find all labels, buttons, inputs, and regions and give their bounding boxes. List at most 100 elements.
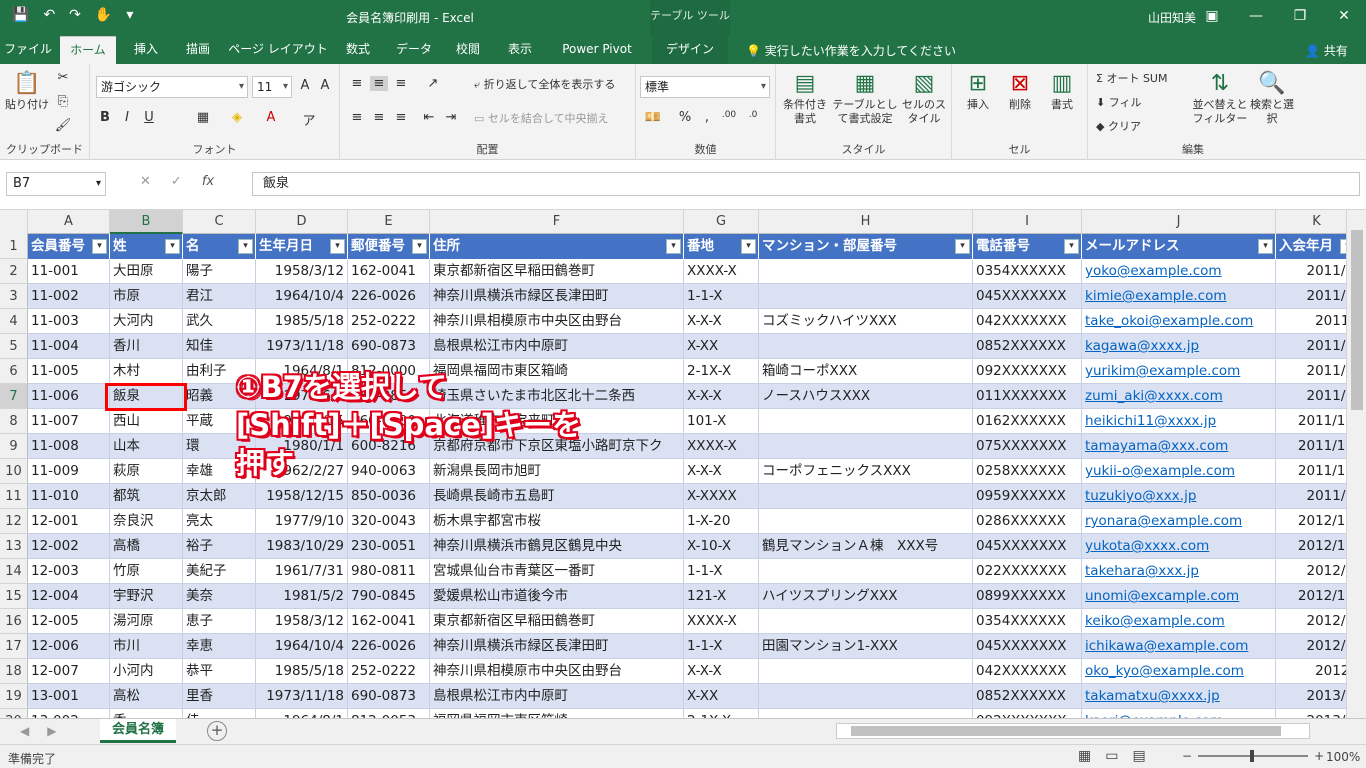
- cell-F12[interactable]: 栃木県宇都宮市桜: [430, 509, 684, 534]
- row-header[interactable]: 9: [0, 434, 28, 459]
- cell-H4[interactable]: コズミックハイツXXX: [759, 309, 973, 334]
- cell-D5[interactable]: 1973/11/18: [256, 334, 348, 359]
- cell-B17[interactable]: 市川: [110, 634, 183, 659]
- row-header[interactable]: 16: [0, 609, 28, 634]
- row-header[interactable]: 3: [0, 284, 28, 309]
- cell-I10[interactable]: 0258XXXXXX: [973, 459, 1082, 484]
- cell-I16[interactable]: 0354XXXXXX: [973, 609, 1082, 634]
- cell-B18[interactable]: 小河内: [110, 659, 183, 684]
- cell-G12[interactable]: 1-X-20: [684, 509, 759, 534]
- fill-button[interactable]: ⬇ フィル: [1096, 96, 1196, 110]
- cell-F18[interactable]: 神奈川県相模原市中央区由野台: [430, 659, 684, 684]
- share-button[interactable]: 👤 共有: [1305, 42, 1348, 59]
- borders-icon[interactable]: ▦: [194, 110, 212, 125]
- cell-C18[interactable]: 恭平: [183, 659, 256, 684]
- cell-F4[interactable]: 神奈川県相模原市中央区由野台: [430, 309, 684, 334]
- row-header[interactable]: 20: [0, 709, 28, 718]
- cell-A9[interactable]: 11-008: [28, 434, 110, 459]
- page-break-view-icon[interactable]: ▤: [1132, 748, 1145, 764]
- cell-A14[interactable]: 12-003: [28, 559, 110, 584]
- cell-G9[interactable]: XXXX-X: [684, 434, 759, 459]
- clear-button[interactable]: ◆ クリア: [1096, 120, 1196, 134]
- bold-button[interactable]: B: [96, 110, 114, 125]
- wrap-text-button[interactable]: ⤶ 折り返して全体を表示する: [474, 78, 634, 92]
- cell-C20[interactable]: 佳: [183, 709, 256, 718]
- cell-I8[interactable]: 0162XXXXXX: [973, 409, 1082, 434]
- cell-A5[interactable]: 11-004: [28, 334, 110, 359]
- cell-F15[interactable]: 愛媛県松山市道後今市: [430, 584, 684, 609]
- cell-B12[interactable]: 奈良沢: [110, 509, 183, 534]
- row-header[interactable]: 15: [0, 584, 28, 609]
- prev-sheet-icon[interactable]: ◀: [20, 724, 29, 738]
- cell-K19[interactable]: 2013/9: [1276, 684, 1346, 709]
- cell-G19[interactable]: X-XX: [684, 684, 759, 709]
- close-icon[interactable]: ✕: [1322, 0, 1366, 32]
- increase-indent-icon[interactable]: ⇥: [442, 110, 460, 125]
- cell-K7[interactable]: 2011/1: [1276, 384, 1346, 409]
- cell-H19[interactable]: [759, 684, 973, 709]
- column-header-H[interactable]: H: [759, 210, 973, 234]
- cell-K8[interactable]: 2011/10: [1276, 409, 1346, 434]
- cell-D17[interactable]: 1964/10/4: [256, 634, 348, 659]
- cell-H16[interactable]: [759, 609, 973, 634]
- zoom-slider[interactable]: [1198, 750, 1309, 762]
- cell-G8[interactable]: 101-X: [684, 409, 759, 434]
- cell-G2[interactable]: XXXX-X: [684, 259, 759, 284]
- cell-I4[interactable]: 042XXXXXXX: [973, 309, 1082, 334]
- cell-K6[interactable]: 2011/9: [1276, 359, 1346, 384]
- cell-H5[interactable]: [759, 334, 973, 359]
- cell-B3[interactable]: 市原: [110, 284, 183, 309]
- cell-F3[interactable]: 神奈川県横浜市緑区長津田町: [430, 284, 684, 309]
- insert-function-icon[interactable]: fx: [202, 174, 214, 189]
- name-box[interactable]: B7: [6, 172, 106, 196]
- cell-G16[interactable]: XXXX-X: [684, 609, 759, 634]
- align-right-icon[interactable]: ≡: [392, 110, 410, 125]
- phonetic-icon[interactable]: ア: [300, 110, 318, 129]
- cell-F5[interactable]: 島根県松江市内中原町: [430, 334, 684, 359]
- cell-D3[interactable]: 1964/10/4: [256, 284, 348, 309]
- cell-E15[interactable]: 790-0845: [348, 584, 430, 609]
- cell-H7[interactable]: ノースハウスXXX: [759, 384, 973, 409]
- row-header[interactable]: 10: [0, 459, 28, 484]
- cell-I14[interactable]: 022XXXXXXX: [973, 559, 1082, 584]
- cell-A4[interactable]: 11-003: [28, 309, 110, 334]
- cell-C19[interactable]: 里香: [183, 684, 256, 709]
- sort-filter-button[interactable]: ⇅ 並べ替えとフィルター: [1192, 70, 1248, 126]
- cell-J2[interactable]: yoko@example.com: [1082, 259, 1276, 284]
- filter-dropdown-icon[interactable]: ▾: [955, 239, 970, 254]
- cell-A6[interactable]: 11-005: [28, 359, 110, 384]
- cell-B4[interactable]: 大河内: [110, 309, 183, 334]
- cell-J6[interactable]: yurikim@example.com: [1082, 359, 1276, 384]
- cell-B10[interactable]: 萩原: [110, 459, 183, 484]
- zoom-level[interactable]: 100%: [1326, 750, 1360, 764]
- column-header-J[interactable]: J: [1082, 210, 1276, 234]
- cell-E4[interactable]: 252-0222: [348, 309, 430, 334]
- find-select-button[interactable]: 🔍 検索と選択: [1250, 70, 1294, 126]
- cell-B20[interactable]: 香: [110, 709, 183, 718]
- cell-K18[interactable]: 2012/: [1276, 659, 1346, 684]
- cell-A13[interactable]: 12-002: [28, 534, 110, 559]
- cell-I7[interactable]: 011XXXXXXX: [973, 384, 1082, 409]
- cell-A11[interactable]: 11-010: [28, 484, 110, 509]
- filter-dropdown-icon[interactable]: ▾: [165, 239, 180, 254]
- row-header[interactable]: 19: [0, 684, 28, 709]
- cell-B19[interactable]: 高松: [110, 684, 183, 709]
- restore-icon[interactable]: ❐: [1278, 0, 1322, 32]
- cell-E2[interactable]: 162-0041: [348, 259, 430, 284]
- horizontal-scrollbar[interactable]: [836, 723, 1310, 739]
- cell-H13[interactable]: 鶴見マンションＡ棟 XXX号: [759, 534, 973, 559]
- font-size-select[interactable]: 11: [252, 76, 292, 98]
- cell-B16[interactable]: 湯河原: [110, 609, 183, 634]
- cell-I5[interactable]: 0852XXXXXX: [973, 334, 1082, 359]
- filter-dropdown-icon[interactable]: ▾: [92, 239, 107, 254]
- cell-K14[interactable]: 2012/1: [1276, 559, 1346, 584]
- cell-J14[interactable]: takehara@xxx.jp: [1082, 559, 1276, 584]
- cell-D15[interactable]: 1981/5/2: [256, 584, 348, 609]
- cell-C16[interactable]: 恵子: [183, 609, 256, 634]
- header-cell[interactable]: 入会年月▾: [1276, 234, 1346, 259]
- cell-K5[interactable]: 2011/9: [1276, 334, 1346, 359]
- font-name-select[interactable]: 游ゴシック: [96, 76, 248, 98]
- cell-B11[interactable]: 都筑: [110, 484, 183, 509]
- cell-C17[interactable]: 幸恵: [183, 634, 256, 659]
- ribbon-display-icon[interactable]: ▣: [1190, 0, 1234, 32]
